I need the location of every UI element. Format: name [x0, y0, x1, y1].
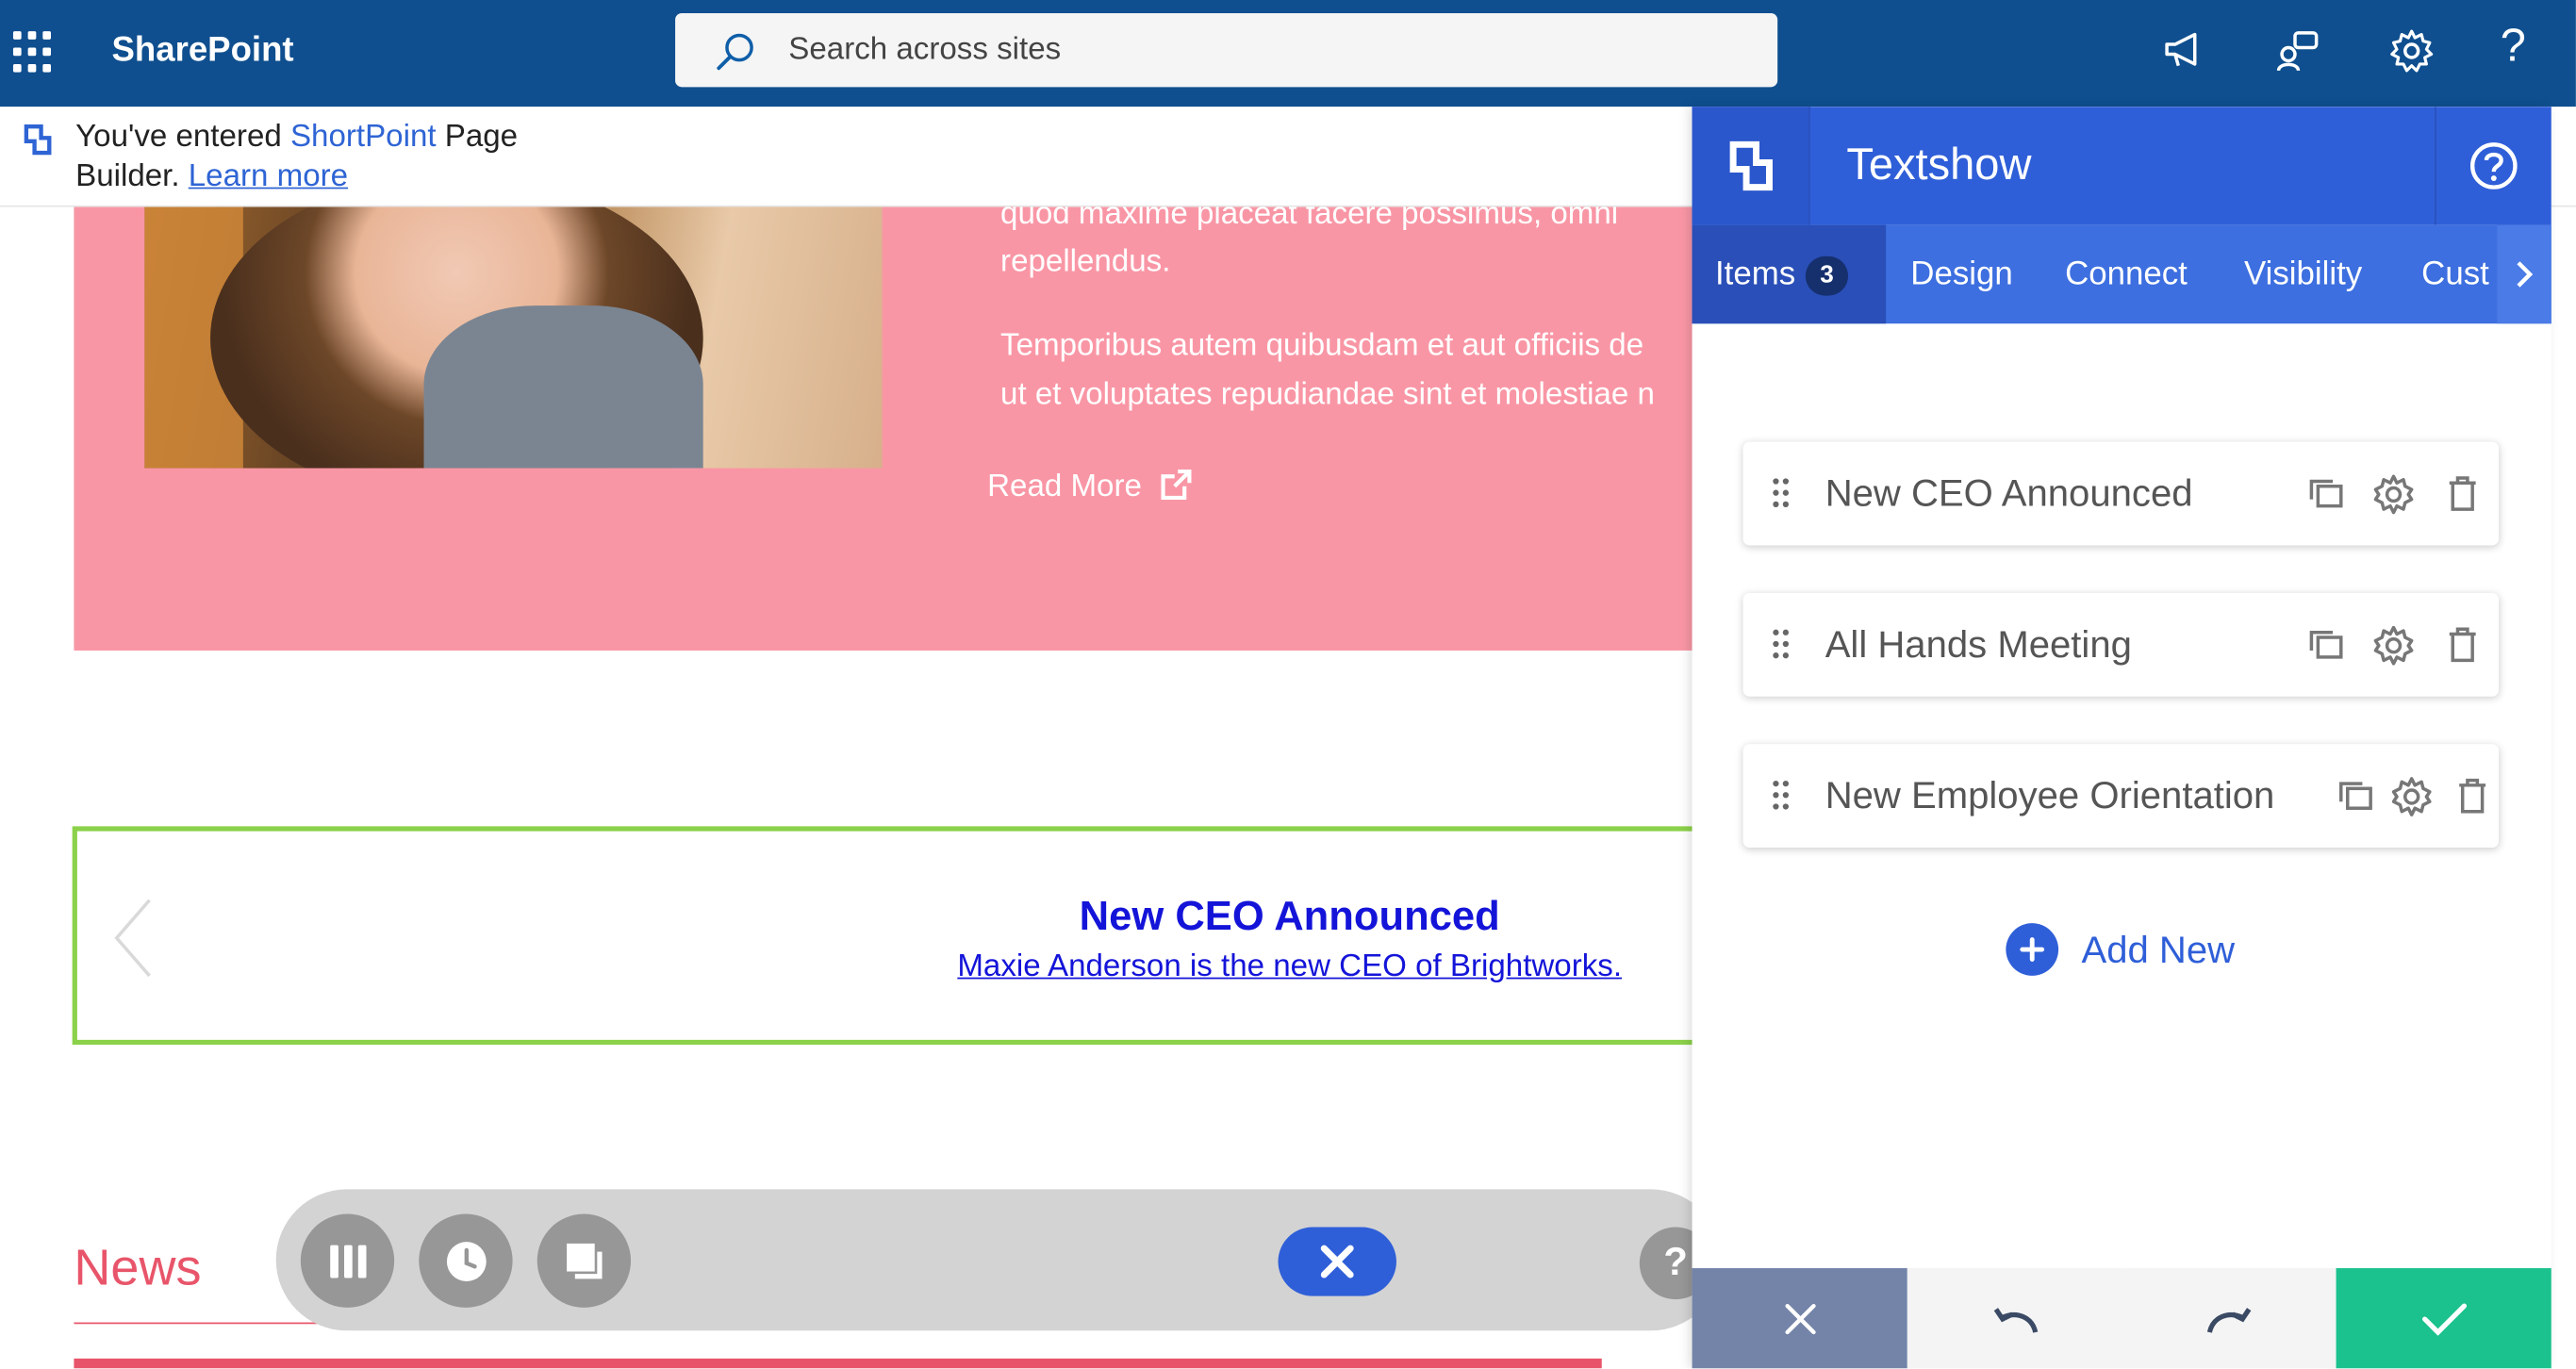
close-icon: [1320, 1245, 1354, 1278]
panel-header: Textshow: [1692, 107, 2551, 225]
tab-items-label: Items: [1714, 256, 1796, 293]
tab-items[interactable]: Items 3: [1692, 224, 1887, 324]
shortpoint-logo-icon: [24, 124, 52, 156]
notice-prefix: You've entered: [75, 120, 290, 155]
history-button[interactable]: [419, 1213, 513, 1308]
close-icon: [1784, 1303, 1815, 1334]
tab-visibility[interactable]: Visibility: [2244, 225, 2362, 324]
external-link-icon: [1161, 469, 1193, 501]
layers-button[interactable]: [537, 1213, 632, 1308]
paragraph-line: Temporibus autem quibusdam et aut offici…: [1000, 328, 1644, 364]
clock-icon: [446, 1241, 486, 1281]
duplicate-icon[interactable]: [2306, 475, 2346, 515]
undo-button[interactable]: [1907, 1268, 2123, 1369]
news-bar: [74, 1358, 1602, 1369]
notice-line2: Builder.: [75, 159, 189, 194]
item-label: New Employee Orientation: [1825, 773, 2275, 816]
gear-icon[interactable]: [2391, 777, 2432, 816]
textshow-slider: New CEO Announced Maxie Anderson is the …: [72, 826, 1715, 1046]
search-placeholder[interactable]: Search across sites: [788, 33, 1061, 69]
search-icon: [717, 33, 753, 71]
gear-icon[interactable]: [2373, 625, 2414, 666]
drag-handle-icon[interactable]: [1773, 780, 1790, 810]
panel-title: Textshow: [1846, 140, 2032, 190]
add-new-label: Add New: [2081, 927, 2236, 970]
trash-icon[interactable]: [2443, 626, 2483, 666]
app-launcher-icon[interactable]: [12, 31, 56, 74]
gear-icon[interactable]: [2373, 474, 2414, 515]
search-box[interactable]: Search across sites: [675, 12, 1778, 88]
suite-bar: SharePoint Search across sites ?: [0, 0, 2576, 107]
undo-icon: [1992, 1307, 2038, 1332]
app-title[interactable]: SharePoint: [111, 31, 293, 71]
builder-toolbar: ?: [275, 1189, 1722, 1331]
panel-help-button[interactable]: [2435, 107, 2551, 225]
items-count-badge: 3: [1805, 256, 1849, 296]
item-label: All Hands Meeting: [1825, 622, 2132, 666]
learn-more-link[interactable]: Learn more: [189, 159, 348, 194]
checkmark-icon: [2421, 1302, 2467, 1335]
layers-icon: [566, 1243, 602, 1278]
gear-icon[interactable]: [2384, 23, 2439, 78]
shortpoint-logo-icon: [1692, 107, 1811, 225]
help-icon[interactable]: ?: [2501, 20, 2526, 73]
featured-photo: [144, 206, 883, 469]
cancel-button[interactable]: [1692, 1268, 1907, 1369]
duplicate-icon[interactable]: [2306, 626, 2346, 666]
add-new-button[interactable]: Add New: [2006, 921, 2235, 977]
notice-brand: ShortPoint: [289, 120, 437, 155]
trash-icon[interactable]: [2443, 475, 2483, 515]
close-toolbar-button[interactable]: [1278, 1227, 1396, 1296]
panel-tabs: Items 3 Design Connect Visibility Cust: [1692, 224, 2551, 324]
tab-connect[interactable]: Connect: [2065, 225, 2188, 324]
chevron-right-icon: [2516, 261, 2533, 288]
item-label: New CEO Announced: [1825, 471, 2193, 515]
plus-icon: [2006, 923, 2059, 976]
paragraph-line: quod maxime placeat facere possimus, omn…: [1000, 206, 1619, 232]
columns-button[interactable]: [300, 1213, 395, 1308]
news-heading: News: [74, 1238, 202, 1296]
paragraph-line: repellendus.: [1000, 244, 1171, 280]
trash-icon[interactable]: [2452, 777, 2492, 816]
megaphone-icon[interactable]: [2157, 23, 2213, 78]
featured-section: quod maxime placeat facere possimus, omn…: [74, 206, 1694, 651]
element-settings-panel: Textshow Items 3 Design Connect Visibilit…: [1692, 107, 2551, 1369]
paragraph-line: ut et voluptates repudiandae sint et mol…: [1000, 377, 1655, 413]
tab-custom[interactable]: Cust: [2421, 225, 2489, 324]
panel-footer: [1692, 1268, 2551, 1369]
redo-button[interactable]: [2122, 1268, 2337, 1369]
notice-text: You've entered ShortPoint Page Builder. …: [75, 118, 518, 197]
drag-handle-icon[interactable]: [1773, 629, 1790, 659]
help-circle-icon: [2469, 142, 2518, 190]
redo-icon: [2206, 1307, 2252, 1332]
read-more-link[interactable]: Read More: [987, 469, 1193, 506]
tabs-next-button[interactable]: [2497, 224, 2551, 324]
slide-link[interactable]: Maxie Anderson is the new CEO of Brightw…: [957, 949, 1622, 984]
notice-suffix: Page: [436, 120, 519, 155]
confirm-button[interactable]: [2336, 1268, 2551, 1369]
duplicate-icon[interactable]: [2337, 777, 2376, 816]
tab-design[interactable]: Design: [1910, 225, 2012, 324]
list-item[interactable]: New Employee Orientation: [1742, 744, 2500, 849]
connections-icon[interactable]: [2271, 23, 2326, 78]
news-underline: [74, 1322, 321, 1325]
read-more-label: Read More: [987, 470, 1142, 504]
list-item[interactable]: All Hands Meeting: [1742, 592, 2500, 697]
drag-handle-icon[interactable]: [1773, 478, 1790, 508]
columns-icon: [329, 1244, 366, 1278]
list-item[interactable]: New CEO Announced: [1742, 441, 2500, 546]
